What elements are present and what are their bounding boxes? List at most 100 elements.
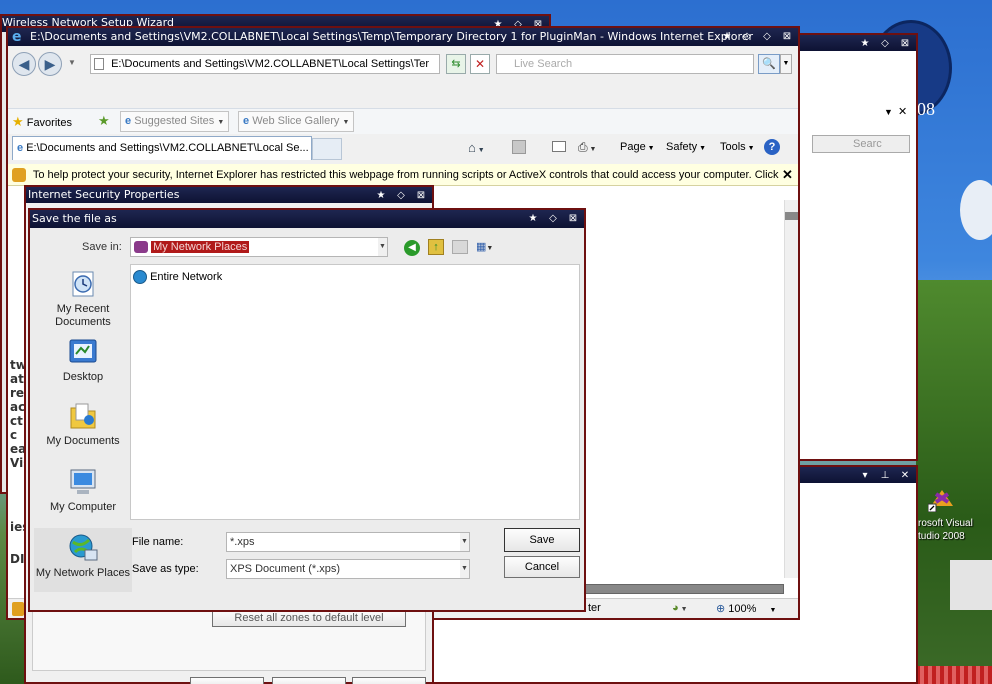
address-text: E:\Documents and Settings\VM2.COLLABNET\…: [111, 58, 429, 70]
file-name-label: File name:: [132, 536, 184, 548]
protected-mode-icon[interactable]: ◕ ▼: [672, 602, 688, 614]
safety-menu[interactable]: Safety ▼: [666, 141, 706, 153]
print-button[interactable]: ⎙ ▼: [578, 140, 596, 155]
tab-current[interactable]: e E:\Documents and Settings\VM2.COLLABNE…: [12, 136, 312, 160]
web-slice-gallery-button[interactable]: e Web Slice Gallery ▼: [238, 111, 355, 132]
desktop-shortcut-visual-studio[interactable]: rosoft Visual tudio 2008: [918, 486, 992, 546]
desktop-icon: [69, 339, 97, 363]
page-icon: [94, 58, 104, 71]
new-folder-button[interactable]: [452, 240, 468, 254]
security-apply-button[interactable]: [352, 677, 426, 684]
close-icon[interactable]: ⊠: [898, 36, 912, 51]
file-name-input[interactable]: *.xps ▼: [226, 532, 470, 552]
search-button[interactable]: 🔍: [758, 54, 780, 74]
up-folder-button[interactable]: ↑: [428, 239, 444, 255]
desktop-logo-text: 08: [917, 99, 935, 119]
back-folder-button[interactable]: ◀: [404, 240, 420, 256]
cancel-button[interactable]: Cancel: [504, 556, 580, 578]
place-recent[interactable]: My Recent Documents: [34, 268, 132, 329]
safety-menu-label: Safety: [666, 141, 698, 153]
favorites-bar: ★ Favorites ★ e Suggested Sites ▼ e Web …: [8, 108, 798, 134]
save-as-type-label: Save as type:: [132, 563, 199, 575]
save-button[interactable]: Save: [504, 528, 580, 552]
pin-icon[interactable]: ⊥: [878, 467, 892, 483]
vertical-scrollbar[interactable]: [784, 200, 798, 578]
information-bar[interactable]: To help protect your security, Internet …: [8, 164, 798, 186]
right-window-search-bar: Searc: [812, 135, 910, 153]
mail-icon[interactable]: [552, 141, 566, 152]
help-button[interactable]: ?: [764, 139, 780, 155]
chevron-down-icon[interactable]: ▼: [884, 107, 893, 117]
chevron-down-icon: ▼: [460, 533, 469, 551]
view-menu-button[interactable]: ▦▼: [476, 239, 498, 255]
tools-menu[interactable]: Tools ▼: [720, 141, 755, 153]
add-favorites-icon[interactable]: ★: [98, 113, 110, 129]
desktop-cloud: [960, 180, 992, 240]
home-icon: ⌂: [468, 140, 476, 155]
home-button[interactable]: ⌂ ▼: [468, 140, 485, 155]
security-ok-button[interactable]: [190, 677, 264, 684]
page-menu[interactable]: Page ▼: [620, 141, 655, 153]
place-network-label: My Network Places: [35, 567, 131, 579]
pin-icon[interactable]: ★: [374, 188, 388, 203]
stop-button[interactable]: ✕: [470, 54, 490, 74]
back-button[interactable]: ◀: [12, 52, 36, 76]
pin-icon[interactable]: ★: [858, 36, 872, 51]
star-icon: ★: [12, 114, 24, 129]
desktop-trees: [916, 280, 992, 684]
forward-button[interactable]: ▶: [38, 52, 62, 76]
address-bar[interactable]: E:\Documents and Settings\VM2.COLLABNET\…: [90, 54, 440, 74]
suggested-sites-label: Suggested Sites: [134, 115, 215, 127]
search-options-dropdown[interactable]: ▼: [780, 54, 792, 74]
suggested-sites-button[interactable]: e Suggested Sites ▼: [120, 111, 230, 132]
pin-icon[interactable]: ★: [526, 210, 540, 228]
feeds-button[interactable]: [512, 140, 526, 154]
minimize-icon[interactable]: ◇: [740, 28, 754, 46]
horizontal-scrollbar[interactable]: [578, 584, 784, 594]
save-button-label: Save: [529, 534, 555, 546]
maximize-icon[interactable]: ◇: [760, 28, 774, 46]
zoom-control[interactable]: ⊕ 100% ▼: [716, 602, 776, 615]
place-documents[interactable]: My Documents: [34, 400, 132, 448]
help-icon[interactable]: ◇: [394, 188, 408, 203]
close-icon[interactable]: ⊠: [414, 188, 428, 203]
close-icon[interactable]: ⊠: [780, 28, 794, 46]
new-tab-button[interactable]: [312, 138, 342, 160]
favorites-button[interactable]: ★ Favorites: [12, 113, 72, 131]
reset-all-zones-label: Reset all zones to default level: [234, 612, 384, 624]
chevron-down-icon[interactable]: ▾: [858, 467, 872, 483]
shield-warning-icon: [12, 168, 26, 183]
pin-icon[interactable]: ★: [720, 28, 734, 46]
tools-menu-label: Tools: [720, 141, 746, 153]
view-menu-icon: ▦: [476, 241, 487, 253]
maximize-icon[interactable]: ◇: [878, 36, 892, 51]
place-network[interactable]: My Network Places: [34, 528, 132, 592]
scrollbar-thumb[interactable]: [785, 212, 798, 220]
printer-icon: ⎙: [578, 140, 588, 154]
help-icon[interactable]: ◇: [546, 210, 560, 228]
close-icon[interactable]: ✕: [898, 105, 907, 118]
place-computer[interactable]: My Computer: [34, 466, 132, 514]
search-placeholder: Live Search: [514, 58, 573, 70]
file-name-value: *.xps: [230, 536, 255, 548]
desktop-house: [950, 560, 992, 610]
compatibility-button[interactable]: ⇆: [446, 54, 466, 74]
cancel-button-label: Cancel: [524, 561, 560, 573]
save-in-dropdown[interactable]: My Network Places ▼: [130, 237, 388, 257]
close-icon[interactable]: ✕: [898, 467, 912, 483]
save-as-type-value: XPS Document (*.xps): [230, 563, 341, 575]
search-input[interactable]: Live Search: [496, 54, 754, 74]
list-item[interactable]: Entire Network: [133, 269, 222, 285]
shield-icon: [12, 602, 24, 616]
file-list[interactable]: Entire Network: [130, 264, 580, 520]
visual-studio-label: rosoft Visual tudio 2008: [918, 518, 973, 542]
back-arrow-icon: ◀: [18, 56, 30, 72]
recent-pages-dropdown[interactable]: ▼: [68, 58, 76, 67]
zoom-level: 100%: [728, 603, 757, 615]
zoom-icon: ⊕: [716, 603, 726, 615]
place-desktop[interactable]: Desktop: [34, 336, 132, 384]
close-icon[interactable]: ⊠: [566, 210, 580, 228]
information-bar-close[interactable]: ✕: [782, 167, 793, 183]
save-as-type-select[interactable]: XPS Document (*.xps) ▼: [226, 559, 470, 579]
security-cancel-button[interactable]: [272, 677, 346, 684]
